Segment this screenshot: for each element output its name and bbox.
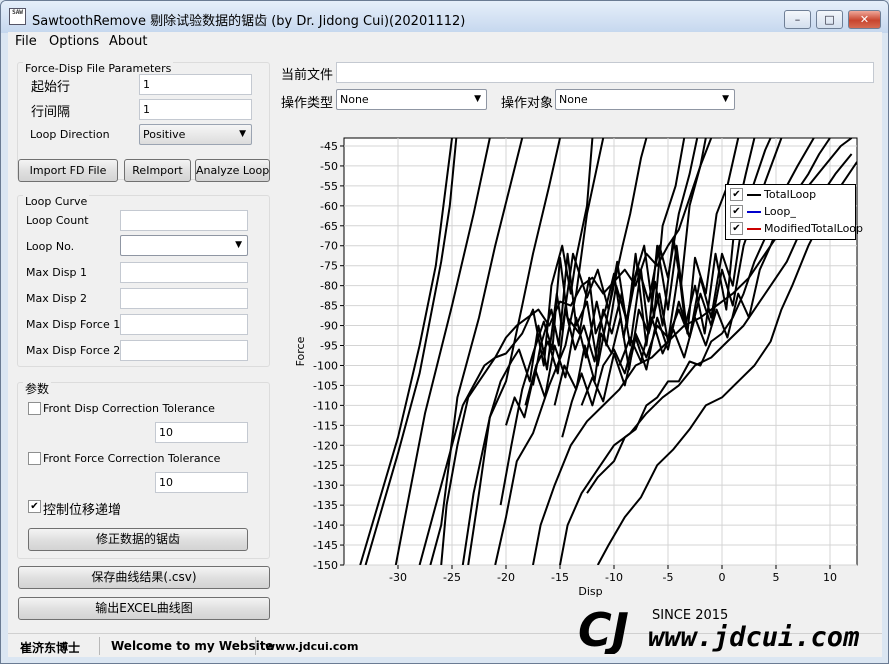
- logo-since: SINCE 2015: [652, 608, 728, 623]
- legend-swatch: [747, 228, 761, 230]
- check-icon: ✔: [732, 206, 741, 217]
- y-tick-label: -50: [320, 160, 338, 173]
- y-tick-label: -135: [313, 499, 338, 512]
- y-tick-label: -90: [320, 320, 338, 333]
- status-divider: [99, 637, 100, 655]
- client-area: File Options About Force-Disp File Param…: [8, 32, 882, 657]
- close-button[interactable]: ✕: [848, 10, 881, 29]
- x-tick-label: 5: [773, 571, 780, 584]
- minimize-button[interactable]: –: [784, 10, 811, 29]
- status-welcome: Welcome to my Website: [111, 639, 274, 653]
- legend-checkbox[interactable]: ✔: [730, 205, 743, 218]
- y-tick-label: -80: [320, 280, 338, 293]
- check-icon: ✔: [732, 189, 741, 200]
- app-window: SAW SawtoothRemove 剔除试验数据的锯齿 (by Dr. Jid…: [0, 0, 889, 664]
- y-tick-label: -100: [313, 359, 338, 372]
- y-tick-label: -70: [320, 240, 338, 253]
- y-tick-label: -145: [313, 539, 338, 552]
- y-tick-label: -140: [313, 519, 338, 532]
- x-tick-label: -15: [551, 571, 569, 584]
- maximize-icon: □: [824, 13, 835, 26]
- y-tick-label: -130: [313, 479, 338, 492]
- legend-label: ModifiedTotalLoop: [764, 222, 864, 235]
- status-author: 崔济东博士: [20, 641, 81, 655]
- x-tick-label: 10: [823, 571, 837, 584]
- legend-label: TotalLoop: [764, 188, 817, 201]
- y-tick-label: -105: [313, 379, 338, 392]
- status-divider: [255, 637, 256, 655]
- status-site[interactable]: www.jdcui.com: [265, 640, 358, 653]
- legend-checkbox[interactable]: ✔: [730, 222, 743, 235]
- x-axis-label: Disp: [578, 585, 602, 598]
- window-title: SawtoothRemove 剔除试验数据的锯齿 (by Dr. Jidong …: [32, 14, 466, 29]
- y-tick-label: -75: [320, 260, 338, 273]
- y-tick-label: -110: [313, 399, 338, 412]
- title-bar[interactable]: SAW SawtoothRemove 剔除试验数据的锯齿 (by Dr. Jid…: [1, 1, 888, 33]
- y-tick-label: -125: [313, 459, 338, 472]
- chart-legend: ✔ TotalLoop ✔ Loop_ ✔ ModifiedTotalLoop: [725, 184, 863, 240]
- y-tick-label: -65: [320, 220, 338, 233]
- minimize-icon: –: [794, 13, 801, 26]
- y-tick-label: -85: [320, 300, 338, 313]
- jdcui-logo: CJ SINCE 2015 www.jdcui.com: [578, 603, 859, 654]
- y-tick-label: -95: [320, 340, 338, 353]
- y-axis-label: Force: [294, 336, 307, 366]
- maximize-button[interactable]: □: [816, 10, 843, 29]
- close-icon: ✕: [859, 13, 870, 26]
- logo-url: www.jdcui.com: [648, 622, 859, 653]
- legend-swatch: [747, 211, 761, 213]
- logo-mark: CJ: [578, 603, 629, 654]
- y-tick-label: -150: [313, 559, 338, 572]
- y-tick-label: -55: [320, 180, 338, 193]
- x-tick-label: -30: [389, 571, 407, 584]
- x-tick-label: -10: [605, 571, 623, 584]
- y-tick-label: -45: [320, 140, 338, 153]
- y-tick-label: -60: [320, 200, 338, 213]
- force-disp-chart[interactable]: -30 -25 -20 -15 -10 -5 0 5 10-45-50-55-60-65-70-…: [8, 32, 882, 632]
- x-tick-label: -5: [663, 571, 674, 584]
- app-icon[interactable]: SAW: [9, 8, 26, 25]
- x-tick-label: -25: [443, 571, 461, 584]
- legend-label: Loop_: [764, 205, 796, 218]
- legend-checkbox[interactable]: ✔: [730, 188, 743, 201]
- x-tick-label: 0: [719, 571, 726, 584]
- check-icon: ✔: [732, 223, 741, 234]
- legend-swatch: [747, 194, 761, 196]
- y-tick-label: -115: [313, 419, 338, 432]
- x-tick-label: -20: [497, 571, 515, 584]
- y-tick-label: -120: [313, 439, 338, 452]
